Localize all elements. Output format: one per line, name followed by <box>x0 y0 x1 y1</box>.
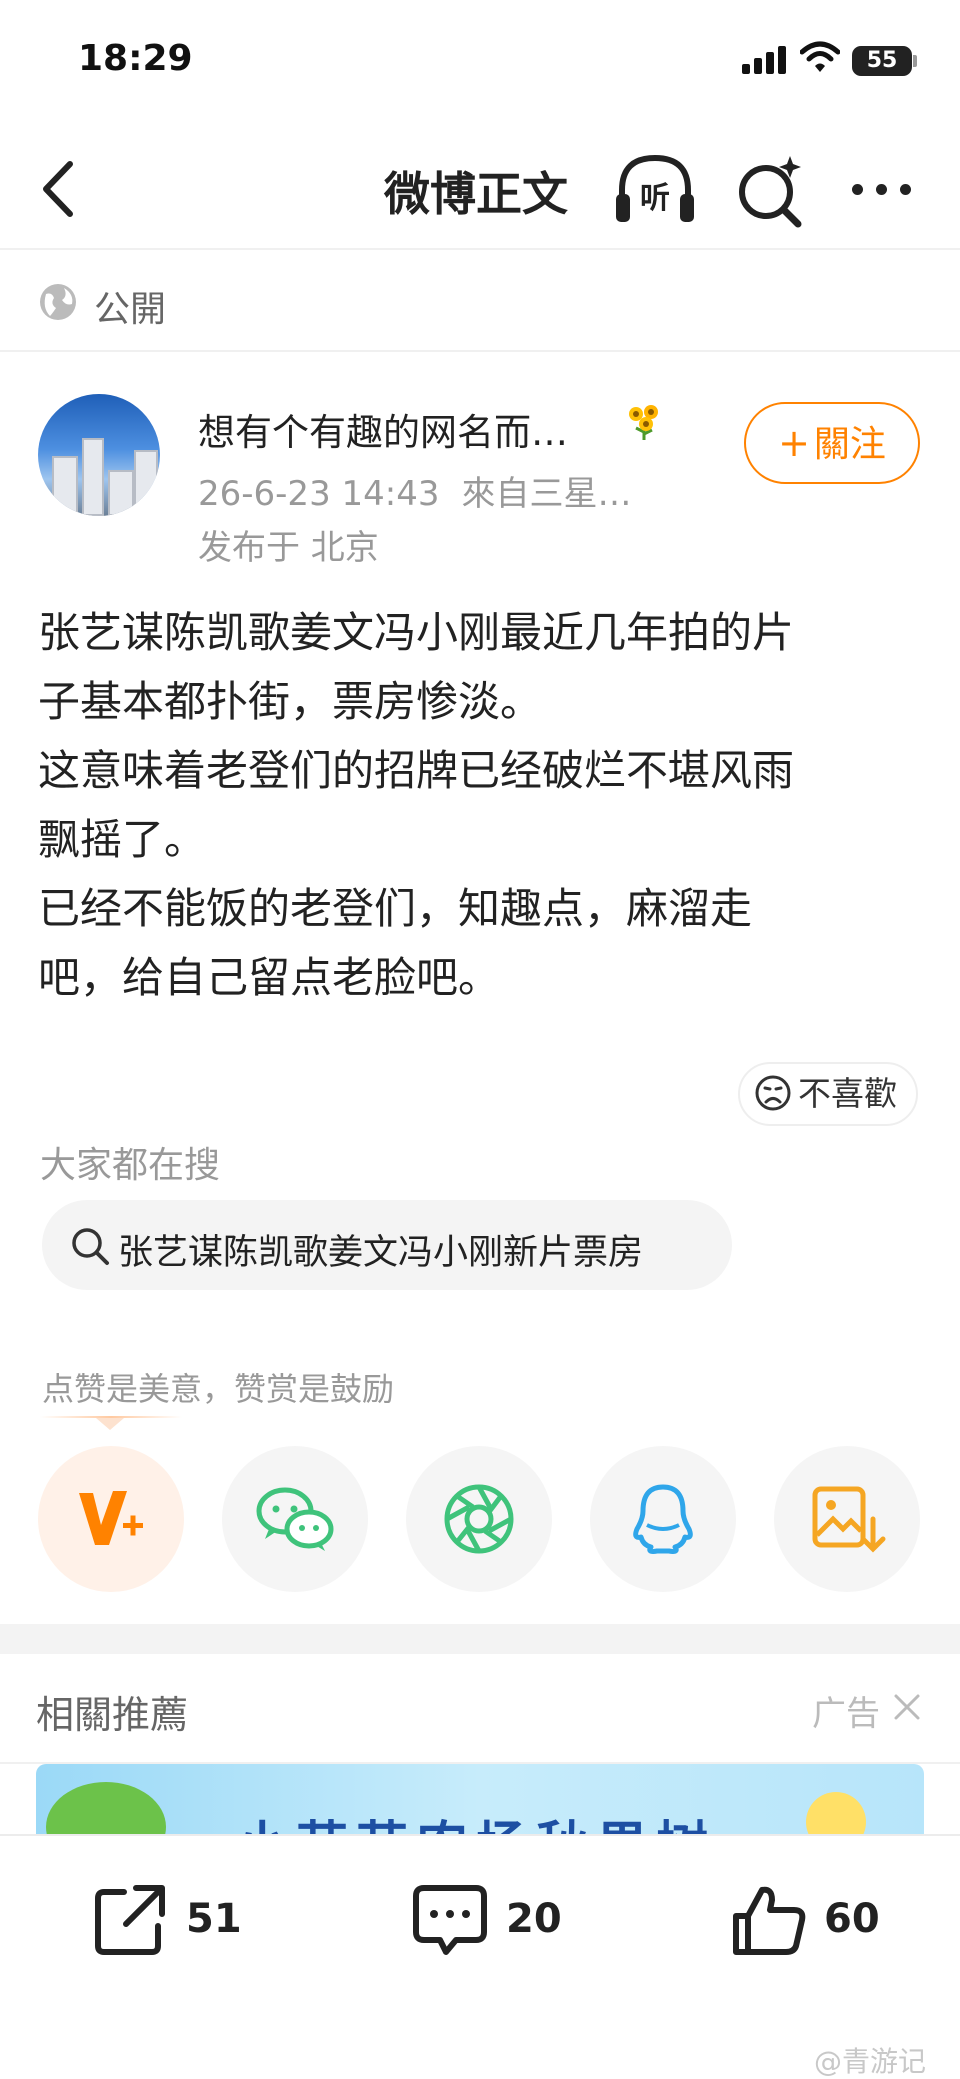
listen-button[interactable]: 听 <box>612 150 698 230</box>
ad-label: 广告 <box>812 1694 880 1734</box>
close-icon[interactable] <box>892 1692 922 1722</box>
post-line: 这意味着老登们的招牌已经破烂不堪风雨 <box>38 746 795 795</box>
save-image-icon <box>812 1486 886 1553</box>
plus-icon: + <box>778 421 810 465</box>
share-qq-button[interactable] <box>590 1446 736 1592</box>
search-icon <box>72 1228 109 1265</box>
hot-search-label: 大家都在搜 <box>40 1145 221 1186</box>
follow-label: 關注 <box>813 424 886 465</box>
thumbs-up-icon <box>733 1886 806 1955</box>
hot-search-query: 张艺谋陈凯歌姜文冯小刚新片票房 <box>118 1233 644 1273</box>
post-line: 吧，给自己留点老脸吧。 <box>38 953 501 1002</box>
navbar: 微博正文 听 <box>0 120 960 250</box>
qq-icon <box>633 1484 693 1554</box>
post-source: 來自三星… <box>461 474 632 514</box>
watermark: @青游记 <box>814 2045 927 2078</box>
post-line: 子基本都扑街，票房惨淡。 <box>38 677 543 726</box>
hot-search-pill[interactable]: 张艺谋陈凯歌姜文冯小刚新片票房 <box>42 1200 732 1290</box>
repost-button[interactable]: 51 <box>90 1880 250 1970</box>
like-button[interactable]: 60 <box>728 1880 888 1970</box>
battery-tip <box>913 55 917 67</box>
post-location: 发布于 北京 <box>198 528 379 568</box>
reward-hint: 点赞是美意，赞赏是鼓励 <box>42 1370 395 1408</box>
post-line: 飘摇了。 <box>38 815 207 864</box>
wifi-icon <box>800 41 840 72</box>
ad-banner[interactable]: 小芭芭农场秋果树 <box>36 1764 924 1834</box>
search-icon[interactable] <box>734 150 806 230</box>
moments-icon <box>444 1484 514 1554</box>
ad-flower-image <box>806 1792 866 1834</box>
globe-icon <box>40 284 76 320</box>
author-name[interactable]: 想有个有趣的网名而… <box>198 402 568 456</box>
avatar[interactable] <box>38 394 160 516</box>
ad-text: 小芭芭农场秋果树 <box>236 1804 716 1834</box>
related-title: 相關推薦 <box>36 1693 189 1737</box>
save-image-button[interactable] <box>774 1446 920 1592</box>
post-line: 张艺谋陈凯歌姜文冯小刚最近几年拍的片 <box>38 608 795 657</box>
page-title: 微博正文 <box>384 167 568 221</box>
visibility-label: 公開 <box>94 289 167 330</box>
status-time: 18:29 <box>78 38 193 79</box>
post-line: 已经不能饭的老登们，知趣点，麻溜走 <box>38 884 753 933</box>
wechat-icon <box>256 1487 334 1551</box>
repost-count: 51 <box>186 1896 242 1942</box>
comment-button[interactable]: 20 <box>410 1880 570 1970</box>
more-button[interactable] <box>846 162 918 218</box>
v-plus-icon <box>79 1491 143 1545</box>
section-gap <box>0 1624 960 1654</box>
sad-face-icon <box>755 1075 791 1110</box>
visibility-row: 公開 <box>0 252 960 352</box>
post-meta: 26-6-23 14:43 來自三星… <box>198 466 632 515</box>
status-bar: 18:29 55 <box>0 0 960 120</box>
signal-icon <box>742 46 788 74</box>
post-body: 张艺谋陈凯歌姜文冯小刚最近几年拍的片 子基本都扑街，票房惨淡。 这意味着老登们的… <box>38 598 928 1012</box>
dislike-button[interactable]: 不喜歡 <box>738 1062 918 1126</box>
repost-icon <box>95 1885 165 1955</box>
battery-icon: 55 <box>852 46 912 76</box>
like-count: 60 <box>824 1896 880 1942</box>
comment-icon <box>413 1885 487 1955</box>
share-wechat-button[interactable] <box>222 1446 368 1592</box>
reward-caret <box>96 1418 124 1430</box>
follow-button[interactable]: + 關注 <box>744 402 920 484</box>
post-date: 26-6-23 14:43 <box>198 474 440 514</box>
sunflower-icon <box>629 405 658 440</box>
ad-tree-image <box>46 1782 166 1834</box>
reward-button[interactable] <box>38 1446 184 1592</box>
listen-label: 听 <box>640 181 670 216</box>
dislike-label: 不喜歡 <box>798 1074 897 1113</box>
share-moments-button[interactable] <box>406 1446 552 1592</box>
comment-count: 20 <box>506 1896 562 1942</box>
